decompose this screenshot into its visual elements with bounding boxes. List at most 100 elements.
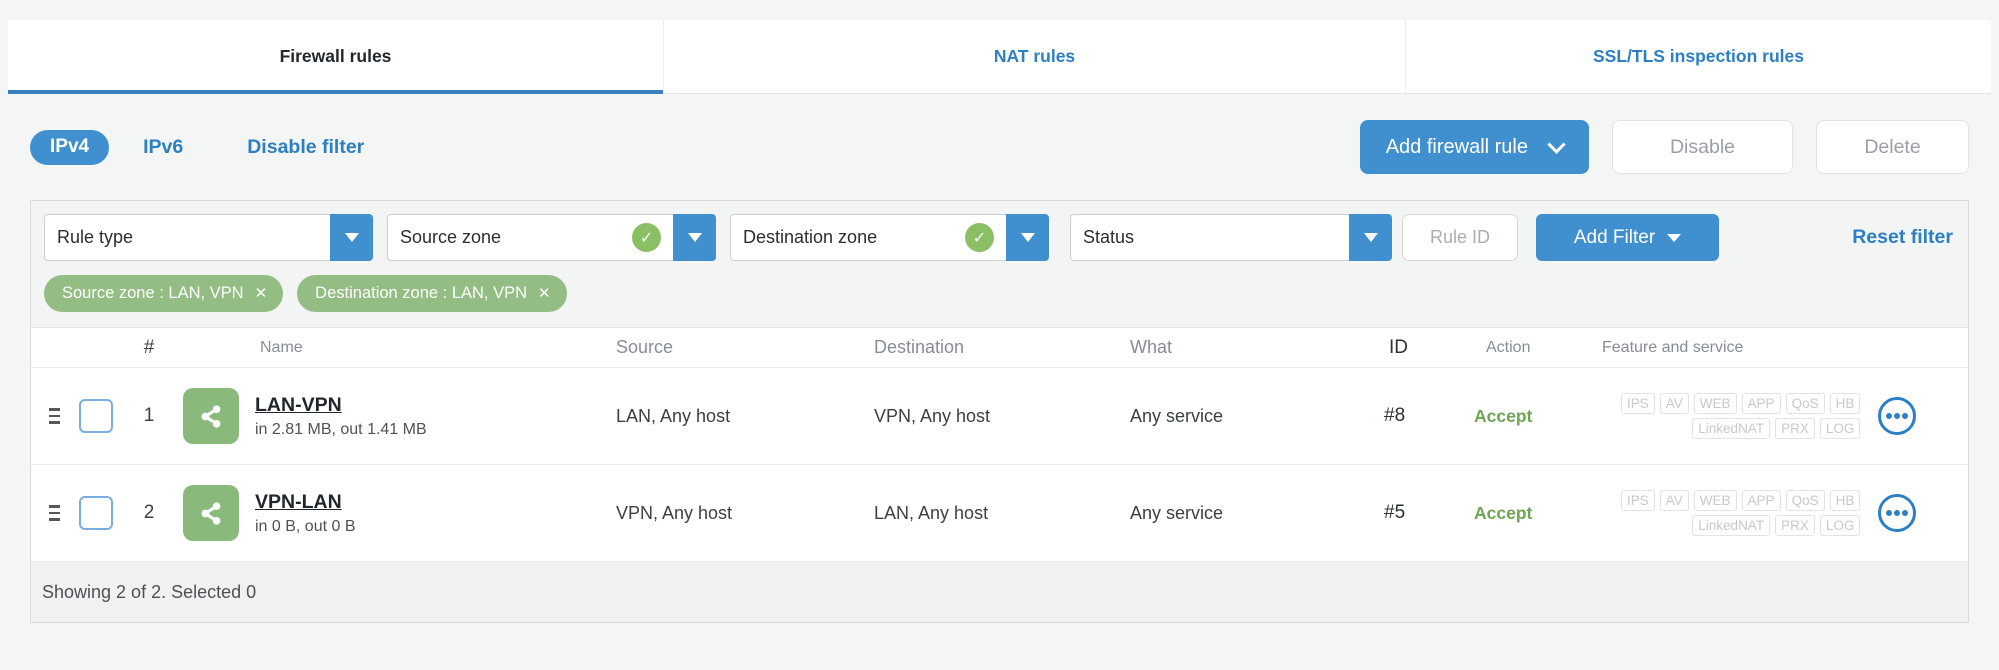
badge-hb: HB <box>1829 393 1861 414</box>
add-firewall-rule-label: Add firewall rule <box>1385 135 1528 158</box>
table-row: 2 VPN-LAN in 0 B, out 0 B VPN, Any host … <box>31 465 1968 562</box>
cell-destination: VPN, Any host <box>874 405 991 426</box>
add-filter-button[interactable]: Add Filter <box>1536 214 1719 261</box>
chevron-down-icon <box>1547 134 1566 154</box>
badge-ips: IPS <box>1621 490 1655 511</box>
row-menu-ellipsis-button[interactable] <box>1878 397 1916 435</box>
filter-applied-check-icon: ✓ <box>632 223 661 252</box>
source-zone-dropdown-field[interactable]: Source zone ✓ <box>387 214 673 261</box>
rule-type-dropdown[interactable]: Rule type <box>44 214 373 261</box>
rule-type-dropdown-field[interactable]: Rule type <box>44 214 330 261</box>
table-header: # Name Source Destination What ID Action… <box>31 328 1968 368</box>
source-zone-dropdown[interactable]: Source zone ✓ <box>387 214 716 261</box>
tab-label: SSL/TLS inspection rules <box>1592 46 1804 66</box>
header-number: # <box>143 336 155 358</box>
add-firewall-rule-button[interactable]: Add firewall rule <box>1359 120 1589 174</box>
row-menu-ellipsis-button[interactable] <box>1878 494 1916 532</box>
toolbar: IPv4 IPv6 Disable filter Add firewall ru… <box>0 94 1999 200</box>
action-status: Accept <box>1474 405 1533 426</box>
badge-app: APP <box>1741 490 1781 511</box>
cell-id: #5 <box>1384 502 1406 523</box>
badge-linkednat: LinkedNAT <box>1692 515 1771 536</box>
disable-button[interactable]: Disable <box>1612 120 1793 174</box>
row-number: 1 <box>143 405 155 426</box>
tab-label: NAT rules <box>993 46 1076 66</box>
cell-what: Any service <box>1130 502 1224 523</box>
cell-what: Any service <box>1130 405 1224 426</box>
header-what: What <box>1130 337 1173 357</box>
action-status: Accept <box>1474 502 1533 523</box>
header-destination: Destination <box>874 337 965 357</box>
dropdown-label: Source zone <box>400 227 502 247</box>
header-id: ID <box>1389 336 1408 358</box>
cell-source: LAN, Any host <box>616 405 731 426</box>
drag-handle[interactable] <box>48 505 60 521</box>
filter-chip-source-zone[interactable]: Source zone : LAN, VPN ✕ <box>44 275 284 312</box>
share-rule-icon[interactable] <box>183 485 239 541</box>
status-dropdown[interactable]: Status <box>1070 214 1392 261</box>
badge-hb: HB <box>1829 490 1861 511</box>
active-filter-chips: Source zone : LAN, VPN ✕ Destination zon… <box>44 275 1955 312</box>
badge-prx: PRX <box>1775 418 1815 439</box>
destination-zone-dropdown[interactable]: Destination zone ✓ <box>730 214 1049 261</box>
rule-id-input[interactable] <box>1402 214 1518 261</box>
rule-name-link[interactable]: VPN-LAN <box>255 491 342 514</box>
tab-nat-rules[interactable]: NAT rules <box>663 20 1405 93</box>
rule-name-link[interactable]: LAN-VPN <box>255 394 342 417</box>
badge-qos: QoS <box>1785 490 1825 511</box>
reset-filter-link[interactable]: Reset filter <box>1852 226 1953 249</box>
share-icon <box>200 501 220 525</box>
share-rule-icon[interactable] <box>183 388 239 444</box>
header-feature-and-service: Feature and service <box>1602 338 1744 356</box>
dropdown-label: Rule type <box>57 227 134 247</box>
filter-applied-check-icon: ✓ <box>965 223 994 252</box>
dropdown-label: Destination zone <box>743 227 878 247</box>
badge-qos: QoS <box>1785 393 1825 414</box>
badge-app: APP <box>1741 393 1781 414</box>
table-row: 1 LAN-VPN in 2.81 MB, out 1.41 MB LAN, A… <box>31 368 1968 465</box>
ipv4-toggle[interactable]: IPv4 <box>30 129 110 165</box>
chip-label: Source zone : LAN, VPN <box>62 284 244 302</box>
rule-type-tabbar: Firewall rules NAT rules SSL/TLS inspect… <box>8 20 1991 94</box>
destination-zone-dropdown-button[interactable] <box>1006 214 1049 261</box>
tab-ssl-tls-inspection-rules[interactable]: SSL/TLS inspection rules <box>1405 20 1991 93</box>
status-dropdown-field[interactable]: Status <box>1070 214 1349 261</box>
badge-web: WEB <box>1693 490 1737 511</box>
badge-ips: IPS <box>1621 393 1655 414</box>
active-tab-underline <box>8 90 663 94</box>
row-checkbox[interactable] <box>79 496 113 530</box>
caret-down-icon <box>1667 233 1682 242</box>
row-count-summary: Showing 2 of 2. Selected 0 <box>42 581 257 602</box>
header-source: Source <box>616 337 674 357</box>
filter-chip-destination-zone[interactable]: Destination zone : LAN, VPN ✕ <box>297 275 567 312</box>
disable-filter-link[interactable]: Disable filter <box>247 136 364 159</box>
feature-badges: IPS AV WEB APP QoS HB LinkedNAT PRX LOG <box>1621 490 1861 536</box>
badge-av: AV <box>1659 393 1689 414</box>
header-action: Action <box>1486 338 1531 356</box>
rule-type-dropdown-button[interactable] <box>330 214 373 261</box>
row-checkbox[interactable] <box>79 399 113 433</box>
destination-zone-dropdown-field[interactable]: Destination zone ✓ <box>730 214 1006 261</box>
firewall-rules-card: Rule type Source zone ✓ Destination zone <box>30 200 1969 623</box>
add-filter-label: Add Filter <box>1573 226 1656 248</box>
badge-prx: PRX <box>1775 515 1815 536</box>
header-name: Name <box>260 338 303 356</box>
remove-chip-icon[interactable]: ✕ <box>255 286 268 301</box>
dropdown-label: Status <box>1083 227 1135 247</box>
filter-row: Rule type Source zone ✓ Destination zone <box>44 214 1955 261</box>
tab-firewall-rules[interactable]: Firewall rules <box>8 20 663 94</box>
filter-area: Rule type Source zone ✓ Destination zone <box>31 201 1968 328</box>
rule-traffic: in 0 B, out 0 B <box>255 517 356 535</box>
status-dropdown-button[interactable] <box>1349 214 1392 261</box>
ipv6-toggle[interactable]: IPv6 <box>143 136 183 159</box>
cell-source: VPN, Any host <box>616 502 733 523</box>
drag-handle[interactable] <box>48 408 60 424</box>
delete-button[interactable]: Delete <box>1816 120 1969 174</box>
badge-log: LOG <box>1819 515 1861 536</box>
source-zone-dropdown-button[interactable] <box>673 214 716 261</box>
rule-traffic: in 2.81 MB, out 1.41 MB <box>255 420 427 438</box>
badge-av: AV <box>1659 490 1689 511</box>
badge-web: WEB <box>1693 393 1737 414</box>
feature-badges: IPS AV WEB APP QoS HB LinkedNAT PRX LOG <box>1621 393 1861 439</box>
remove-chip-icon[interactable]: ✕ <box>538 286 551 301</box>
